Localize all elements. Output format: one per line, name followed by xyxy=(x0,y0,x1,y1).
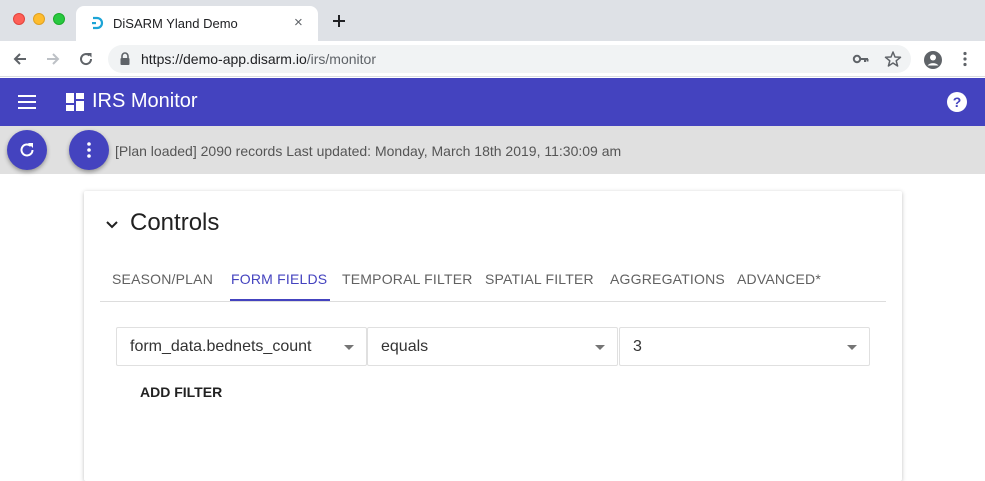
svg-text:?: ? xyxy=(953,94,962,110)
controls-tabs: SEASON/PLAN FORM FIELDS TEMPORAL FILTER … xyxy=(100,259,886,302)
dropdown-caret-icon xyxy=(344,345,354,350)
help-icon[interactable]: ? xyxy=(946,91,968,113)
menu-icon[interactable] xyxy=(17,92,37,112)
add-filter-button[interactable]: ADD FILTER xyxy=(132,381,230,403)
dropdown-caret-icon xyxy=(847,345,857,350)
status-message: [Plan loaded] 2090 records Last updated:… xyxy=(115,143,622,159)
filter-value-value: 3 xyxy=(633,338,642,355)
tab-advanced[interactable]: ADVANCED* xyxy=(737,271,821,287)
forward-arrow-icon[interactable] xyxy=(44,50,62,68)
dropdown-caret-icon xyxy=(595,345,605,350)
filter-field-value: form_data.bednets_count xyxy=(130,338,312,355)
filter-operator-select[interactable]: equals xyxy=(367,327,618,366)
tab-spatial-filter[interactable]: SPATIAL FILTER xyxy=(485,271,594,287)
app-bar: IRS Monitor ? xyxy=(0,78,985,126)
key-icon[interactable] xyxy=(852,50,870,68)
tab-close-icon[interactable]: × xyxy=(294,14,303,32)
tab-season-plan[interactable]: SEASON/PLAN xyxy=(112,271,213,287)
status-bar: [Plan loaded] 2090 records Last updated:… xyxy=(0,126,985,174)
url-text: https://demo-app.disarm.io/irs/monitor xyxy=(141,51,376,67)
window-zoom-button[interactable] xyxy=(53,13,65,25)
more-options-button[interactable] xyxy=(69,130,109,170)
page-title: IRS Monitor xyxy=(92,90,198,112)
window-minimize-button[interactable] xyxy=(33,13,45,25)
controls-title: Controls xyxy=(130,209,220,236)
window-close-button[interactable] xyxy=(13,13,25,25)
bookmark-star-icon[interactable] xyxy=(884,50,902,68)
tab-title: DiSARM Yland Demo xyxy=(113,16,238,31)
browser-tab-strip: DiSARM Yland Demo × xyxy=(0,0,985,41)
new-tab-icon[interactable] xyxy=(330,12,348,30)
back-arrow-icon[interactable] xyxy=(11,50,29,68)
url-path: /irs/monitor xyxy=(306,51,376,67)
refresh-icon xyxy=(20,143,34,157)
filter-value-select[interactable]: 3 xyxy=(619,327,870,366)
refresh-button[interactable] xyxy=(7,130,47,170)
browser-menu-icon[interactable] xyxy=(956,50,974,68)
chevron-down-icon[interactable] xyxy=(104,217,120,233)
tab-temporal-filter[interactable]: TEMPORAL FILTER xyxy=(342,271,473,287)
dashboard-icon xyxy=(66,93,84,111)
controls-card: Controls SEASON/PLAN FORM FIELDS TEMPORA… xyxy=(84,191,902,481)
tab-aggregations[interactable]: AGGREGATIONS xyxy=(610,271,725,287)
browser-tab[interactable]: DiSARM Yland Demo × xyxy=(76,6,318,41)
filter-operator-value: equals xyxy=(381,338,429,355)
browser-toolbar: https://demo-app.disarm.io/irs/monitor xyxy=(0,41,985,77)
tab-form-fields[interactable]: FORM FIELDS xyxy=(231,271,327,287)
url-host: https://demo-app.disarm.io xyxy=(141,51,307,67)
active-tab-indicator xyxy=(230,299,330,301)
account-icon[interactable] xyxy=(923,50,943,70)
filter-field-select[interactable]: form_data.bednets_count xyxy=(116,327,367,366)
address-bar[interactable]: https://demo-app.disarm.io/irs/monitor xyxy=(108,45,911,73)
more-vert-icon xyxy=(87,142,91,158)
reload-icon[interactable] xyxy=(77,50,95,68)
disarm-favicon-icon xyxy=(92,16,104,30)
lock-icon xyxy=(120,52,130,65)
